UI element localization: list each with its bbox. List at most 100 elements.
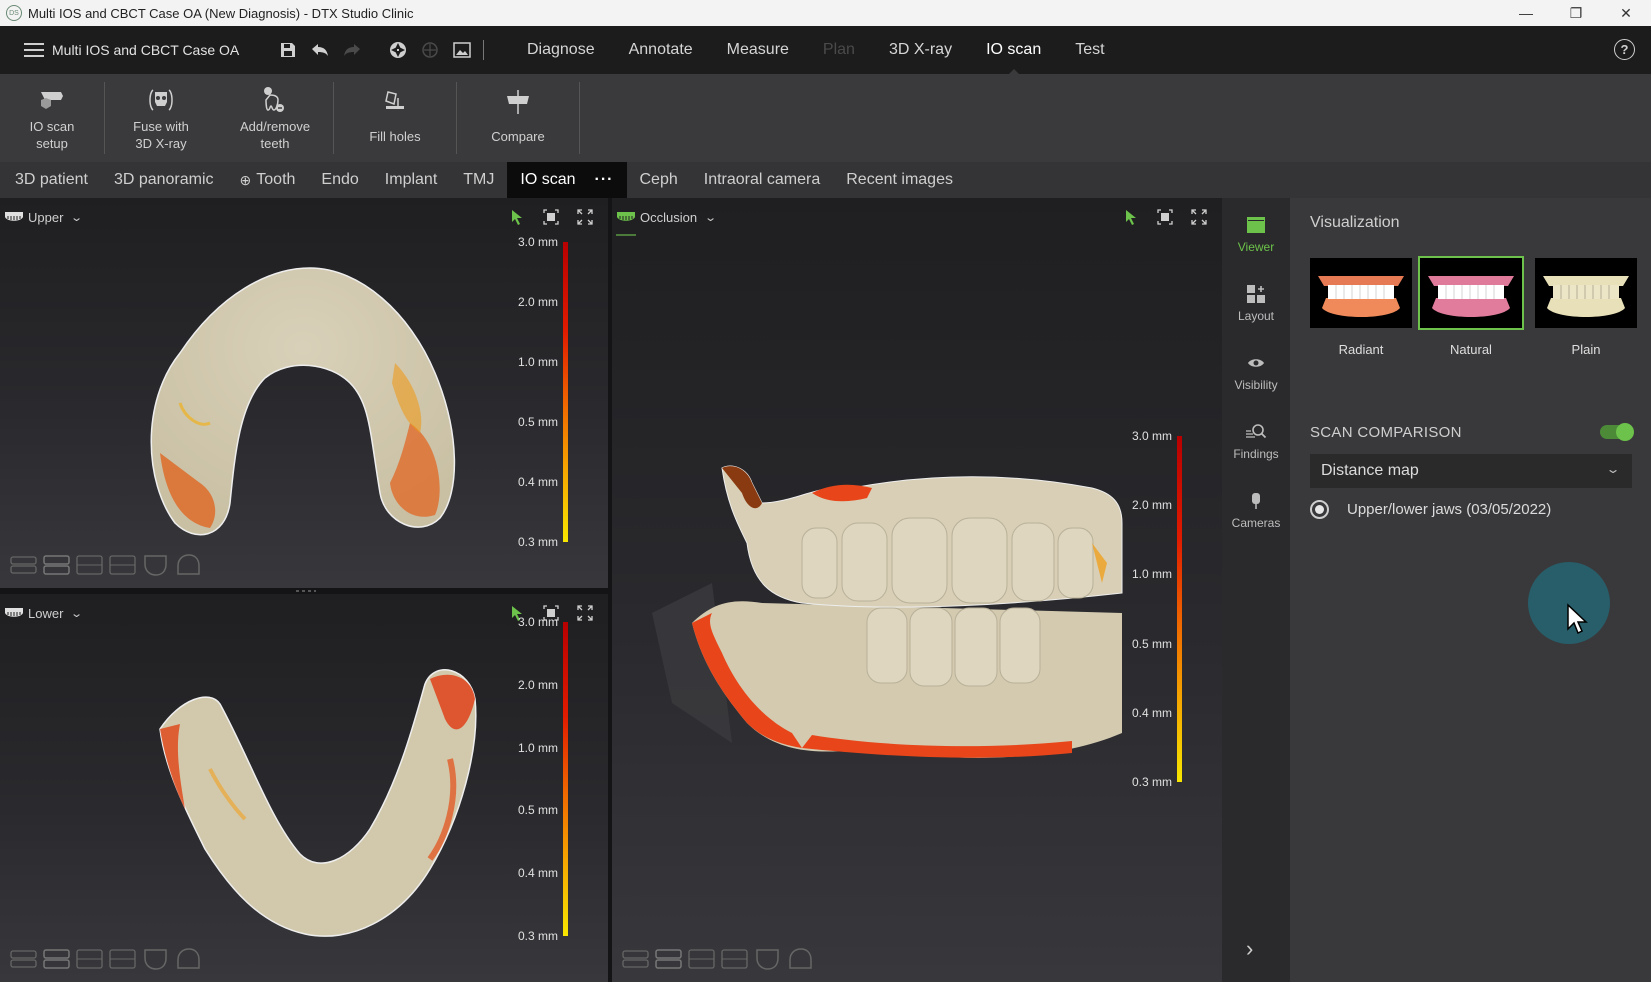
expand-chevron-icon[interactable]: › — [1246, 936, 1253, 962]
scale-label: 0.3 mm — [517, 535, 558, 549]
upper-arch-icon[interactable] — [175, 948, 202, 970]
maximize-icon[interactable] — [576, 208, 594, 226]
rail-cameras[interactable]: Cameras — [1222, 490, 1290, 530]
lower-arch-icon[interactable] — [754, 948, 781, 970]
screenshot-icon[interactable] — [452, 40, 472, 60]
distance-color-scale: 3.0 mm 2.0 mm 1.0 mm 0.5 mm 0.4 mm 0.3 m… — [508, 615, 568, 943]
tab-ceph[interactable]: Ceph — [627, 162, 691, 198]
occlusion-view-selector[interactable]: Occlusion ⌄ — [616, 210, 717, 225]
both-jaws-open-icon[interactable] — [655, 948, 682, 970]
lower-arch-icon[interactable] — [142, 554, 169, 576]
scale-label: 1.0 mm — [1131, 567, 1172, 582]
aperture-icon[interactable] — [388, 40, 408, 60]
occlusion-model[interactable] — [652, 463, 1172, 783]
natural-jaws-icon — [1428, 276, 1514, 317]
comparison-option-radio[interactable] — [1310, 500, 1329, 519]
lower-viewport[interactable]: Lower ⌄ 3.0 mm 2.0 mm 1.0 mm 0.5 mm 0.4 … — [0, 594, 608, 982]
io-scan-setup-button[interactable]: IO scan setup — [0, 74, 104, 162]
select-pointer-icon[interactable] — [508, 208, 526, 226]
jaws-left-icon[interactable] — [76, 948, 103, 970]
menu-3d-xray[interactable]: 3D X-ray — [872, 26, 969, 74]
menu-io-scan[interactable]: IO scan — [969, 26, 1058, 74]
findings-search-icon — [1245, 421, 1267, 443]
jaws-right-icon[interactable] — [721, 948, 748, 970]
menu-test[interactable]: Test — [1058, 26, 1121, 74]
window-title: Multi IOS and CBCT Case OA (New Diagnosi… — [28, 5, 414, 21]
skull-icon — [149, 89, 173, 111]
occlusion-jaw-icon — [617, 212, 635, 221]
both-jaws-front-icon[interactable] — [622, 948, 649, 970]
rail-visibility[interactable]: Visibility — [1222, 352, 1290, 392]
tab-endo[interactable]: Endo — [308, 162, 371, 198]
app-window: DS Multi IOS and CBCT Case OA (New Diagn… — [0, 0, 1651, 982]
chevron-down-icon: ⌄ — [70, 607, 84, 620]
scale-label: 0.3 mm — [1131, 775, 1172, 789]
style-plain-thumb[interactable] — [1535, 258, 1637, 328]
compare-button[interactable]: Compare — [457, 74, 579, 162]
undo-icon[interactable] — [310, 40, 330, 60]
maximize-icon[interactable] — [576, 604, 594, 622]
comparison-option[interactable]: Upper/lower jaws (03/05/2022) — [1310, 500, 1551, 519]
scan-comparison-toggle[interactable] — [1600, 423, 1634, 441]
rail-viewer[interactable]: Viewer — [1222, 214, 1290, 254]
scale-label: 3.0 mm — [517, 235, 558, 249]
scale-label: 1.0 mm — [517, 740, 558, 755]
hamburger-menu-icon[interactable] — [24, 43, 44, 57]
minimize-button[interactable]: — — [1501, 0, 1551, 26]
close-button[interactable]: ✕ — [1601, 0, 1651, 26]
tab-implant[interactable]: Implant — [372, 162, 450, 198]
restore-button[interactable]: ❐ — [1551, 0, 1601, 26]
jaws-right-icon[interactable] — [109, 948, 136, 970]
crosshair-icon[interactable] — [420, 40, 440, 60]
ribbon-divider — [579, 82, 580, 154]
jaw-view-presets — [10, 554, 202, 576]
rail-layout[interactable]: Layout — [1222, 283, 1290, 323]
style-natural-thumb[interactable] — [1418, 256, 1524, 330]
both-jaws-front-icon[interactable] — [10, 948, 37, 970]
menu-annotate[interactable]: Annotate — [612, 26, 710, 74]
jaws-left-icon[interactable] — [688, 948, 715, 970]
select-pointer-icon[interactable] — [1122, 208, 1140, 226]
fuse-with-3d-xray-button[interactable]: Fuse with 3D X-ray — [105, 74, 217, 162]
menu-plan[interactable]: Plan — [806, 26, 872, 74]
style-radiant-thumb[interactable] — [1310, 258, 1412, 328]
upper-arch-icon[interactable] — [787, 948, 814, 970]
more-options-icon[interactable]: ··· — [595, 171, 614, 189]
tab-recent-images[interactable]: Recent images — [833, 162, 966, 198]
plain-jaws-icon — [1543, 276, 1629, 317]
upper-arch-icon[interactable] — [175, 554, 202, 576]
lower-arch-icon[interactable] — [142, 948, 169, 970]
tab-intraoral-camera[interactable]: Intraoral camera — [691, 162, 834, 198]
both-jaws-open-icon[interactable] — [43, 554, 70, 576]
tab-tooth[interactable]: ⊕ Tooth — [227, 162, 309, 198]
save-icon[interactable] — [278, 40, 298, 60]
menu-diagnose[interactable]: Diagnose — [510, 26, 612, 74]
lower-view-selector[interactable]: Lower ⌄ — [4, 606, 84, 621]
occlusion-viewport[interactable]: Occlusion ⌄ 3.0 mm 2.0 mm 1.0 mm 0.5 mm … — [612, 198, 1222, 982]
tab-3d-panoramic[interactable]: 3D panoramic — [101, 162, 227, 198]
upper-arch-model[interactable] — [140, 253, 470, 543]
menu-measure[interactable]: Measure — [710, 26, 806, 74]
tab-3d-patient[interactable]: 3D patient — [0, 162, 101, 198]
add-remove-teeth-button[interactable]: Add/remove teeth — [217, 74, 333, 162]
fit-view-icon[interactable] — [1156, 208, 1174, 226]
help-icon[interactable]: ? — [1614, 39, 1635, 60]
chevron-down-icon: ⌄ — [70, 211, 84, 224]
scale-label: 0.5 mm — [517, 803, 558, 818]
comparison-mode-select[interactable]: Distance map ⌄ — [1310, 454, 1632, 488]
lower-arch-model[interactable] — [150, 659, 480, 939]
fill-holes-button[interactable]: Fill holes — [334, 74, 456, 162]
both-jaws-open-icon[interactable] — [43, 948, 70, 970]
tab-io-scan[interactable]: IO scan ··· — [507, 162, 627, 198]
fit-view-icon[interactable] — [542, 208, 560, 226]
jaws-left-icon[interactable] — [76, 554, 103, 576]
maximize-icon[interactable] — [1190, 208, 1208, 226]
quick-toolbar — [278, 26, 472, 74]
upper-viewport[interactable]: Upper ⌄ 3.0 mm 2.0 mm 1.0 mm 0.5 mm 0.4 … — [0, 198, 608, 588]
jaws-right-icon[interactable] — [109, 554, 136, 576]
upper-view-selector[interactable]: Upper ⌄ — [4, 210, 84, 225]
tab-tmj[interactable]: TMJ — [450, 162, 507, 198]
redo-icon[interactable] — [342, 40, 362, 60]
both-jaws-front-icon[interactable] — [10, 554, 37, 576]
rail-findings[interactable]: Findings — [1222, 421, 1290, 461]
